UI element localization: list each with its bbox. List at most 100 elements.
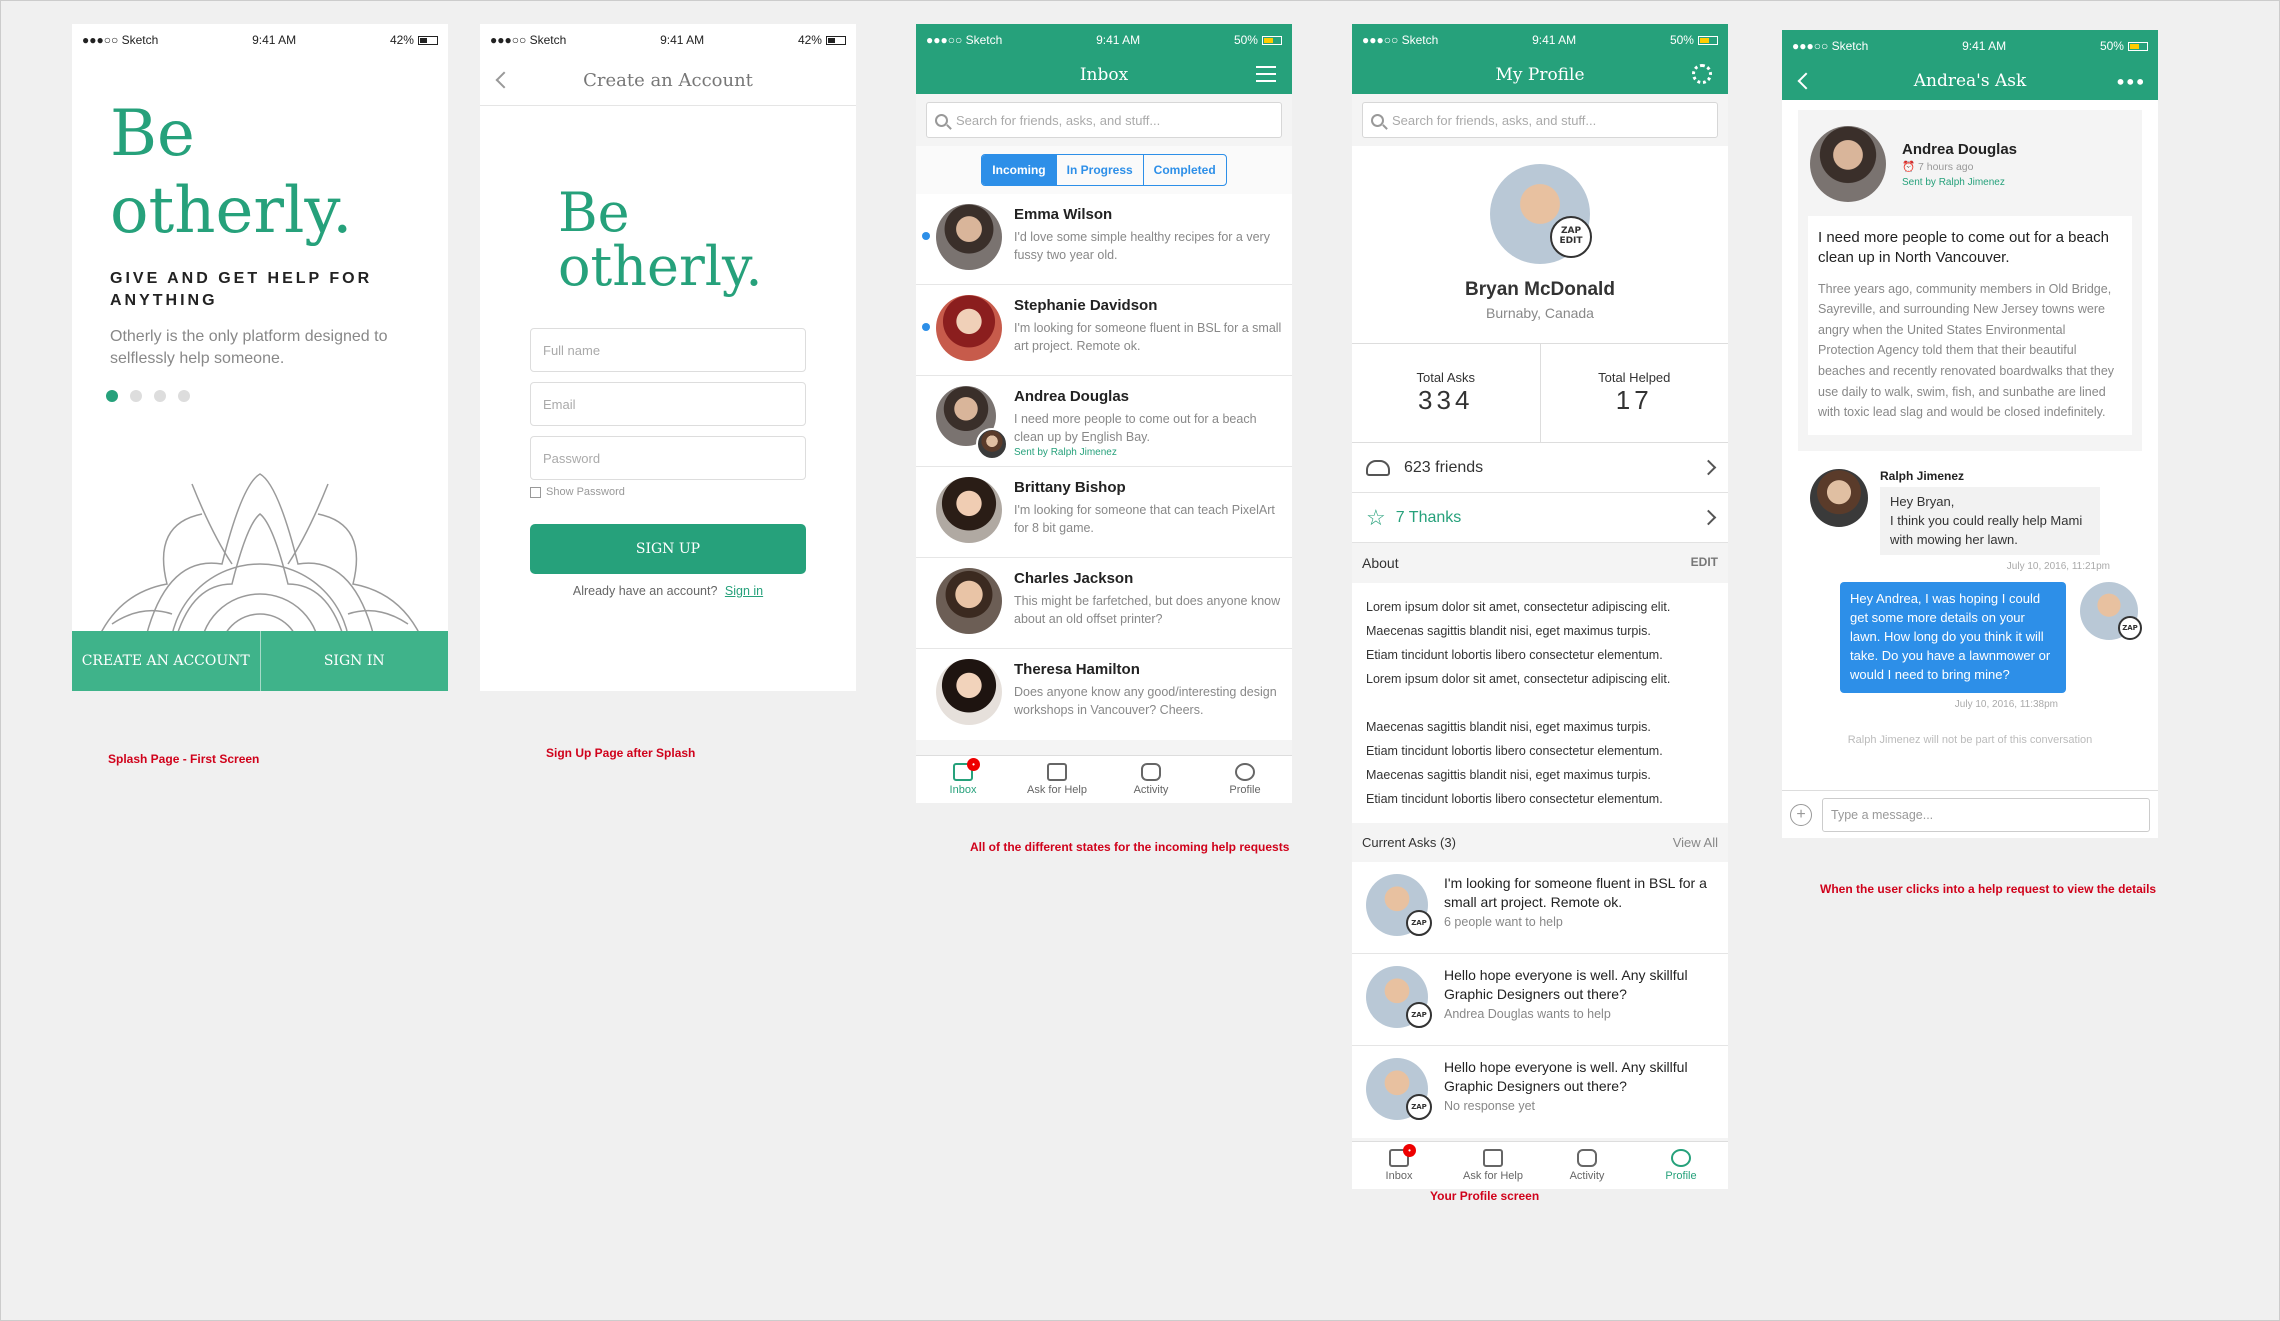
inbox-icon: • [1389,1144,1416,1167]
sign-in-button[interactable]: SIGN IN [261,631,449,691]
stat-total-helped: Total Helped 17 [1541,344,1729,442]
back-icon[interactable] [1797,72,1815,90]
create-account-button[interactable]: CREATE AN ACCOUNT [72,631,261,691]
battery-icon [417,36,438,46]
list-item[interactable]: Brittany Bishop I'm looking for someone t… [916,467,1292,558]
tab-profile[interactable]: Profile [1198,756,1292,803]
segment-in-progress[interactable]: In Progress [1055,155,1143,185]
search-input[interactable]: Search for friends, asks, and stuff... [1362,102,1718,138]
filter-icon[interactable] [1256,66,1276,82]
splash-caption: Splash Page - First Screen [108,752,260,766]
page-dot[interactable] [130,389,142,402]
signup-caption: Sign Up Page after Splash [546,746,696,760]
ask-body: I need more people to come out for a bea… [1808,216,2132,435]
friends-icon [1366,459,1390,476]
sender-name: Brittany Bishop [1014,479,1126,496]
profile-caption: Your Profile screen [1430,1189,1540,1203]
list-item[interactable]: ZAP Hello hope everyone is well. Any ski… [1352,954,1728,1046]
about-text: Lorem ipsum dolor sit amet, consectetur … [1352,583,1728,823]
tab-inbox[interactable]: • Inbox [1352,1142,1446,1189]
search-input[interactable]: Search for friends, asks, and stuff... [926,102,1282,138]
segment-completed[interactable]: Completed [1142,155,1226,185]
list-item[interactable]: ZAP I'm looking for someone fluent in BS… [1352,862,1728,954]
time-label: 9:41 AM [660,33,705,47]
time-label: 9:41 AM [1532,33,1577,47]
status-bar: ●●●○○ Sketch 9:41 AM 50% [916,24,1292,56]
unread-dot [922,232,930,240]
segment-incoming[interactable]: Incoming [982,155,1056,185]
tab-ask-for-help[interactable]: Ask for Help [1446,1142,1540,1189]
battery-icon [825,36,846,46]
list-item[interactable]: Charles Jackson This might be farfetched,… [916,558,1292,649]
add-icon[interactable]: + [1790,803,1812,826]
carrier-label: ●●●○○ Sketch [82,33,159,47]
email-field[interactable]: Email [530,382,806,426]
full-name-field[interactable]: Full name [530,328,806,372]
battery-icon [1697,36,1718,46]
carrier-label: ●●●○○ Sketch [490,33,567,47]
profile-location: Burnaby, Canada [1486,305,1594,321]
profile-icon [1671,1149,1691,1167]
message-preview: I'm looking for someone that can teach P… [1014,502,1275,535]
view-all-link[interactable]: View All [1673,835,1718,850]
ask-detail-screen: ●●●○○ Sketch 9:41 AM 50% Andrea's Ask ••… [1782,30,2158,838]
tab-bar: • Inbox Ask for Help Activity Profile [916,755,1292,803]
list-item[interactable]: Emma Wilson I'd love some simple healthy … [916,194,1292,285]
ask-meta: No response yet [1444,1098,1536,1113]
friends-row[interactable]: 623 friends [1352,443,1728,493]
sign-in-link[interactable]: Sign in [725,584,763,598]
list-item[interactable]: ZAP Hello hope everyone is well. Any ski… [1352,1046,1728,1138]
inbox-header: Inbox [916,56,1292,94]
gear-icon[interactable] [1692,64,1712,84]
back-icon[interactable] [495,71,513,89]
asks-list: ZAP I'm looking for someone fluent in BS… [1352,862,1728,1138]
ask-title: Hello hope everyone is well. Any skillfu… [1444,1059,1688,1094]
composer: + Type a message... [1782,790,2158,838]
page-dot[interactable] [178,389,190,402]
battery: 50% [1670,33,1718,47]
list-item[interactable]: Andrea Douglas I need more people to come… [916,376,1292,467]
tab-inbox[interactable]: • Inbox [916,756,1010,803]
zap-badge: ZAP [1406,910,1432,936]
ask-header: Andrea's Ask ••• [1782,62,2158,100]
password-field[interactable]: Password [530,436,806,480]
sign-up-button[interactable]: SIGN UP [530,524,806,574]
message-preview: This might be farfetched, but does anyon… [1014,593,1281,626]
ask-question: I need more people to come out for a bea… [1818,229,2110,267]
battery: 42% [798,33,846,47]
list-item[interactable]: Stephanie Davidson I'm looking for someon… [916,285,1292,376]
notification-badge: • [967,758,980,771]
signup-header: Create an Account [480,56,856,106]
already-label: Already have an account? [572,584,718,598]
time-row: ⏰ 7 hours ago [1902,160,1974,173]
message-timestamp: July 10, 2016, 11:21pm [2006,561,2110,573]
list-item[interactable]: Theresa Hamilton Does anyone know any goo… [916,649,1292,740]
more-icon[interactable]: ••• [2115,70,2146,94]
inbox-topbar: ●●●○○ Sketch 9:41 AM 50% Inbox [916,24,1292,94]
battery: 50% [1234,33,1282,47]
avatar [936,477,1002,543]
tab-ask-for-help[interactable]: Ask for Help [1010,756,1104,803]
profile-avatar[interactable]: ZAP EDIT [1490,164,1592,264]
search-placeholder: Search for friends, asks, and stuff... [1392,112,1597,128]
activity-icon [1577,1149,1597,1167]
search-icon [935,113,948,127]
chat-area: Ralph Jimenez Hey Bryan, I think you cou… [1782,451,2158,710]
ask-meta: Andrea Douglas wants to help [1444,1006,1611,1021]
about-edit-link[interactable]: EDIT [1691,555,1718,571]
show-password-row[interactable]: Show Password [530,486,806,498]
zap-badge: ZAP [2118,616,2142,641]
message-preview: I need more people to come out for a bea… [1014,411,1257,444]
page-dot[interactable] [154,389,166,402]
about-label: About [1362,555,1399,571]
tab-activity[interactable]: Activity [1540,1142,1634,1189]
asker-name: Andrea Douglas [1902,140,2018,158]
thanks-row[interactable]: ☆ 7 Thanks [1352,493,1728,543]
page-dot-active[interactable] [106,389,118,402]
message-input[interactable]: Type a message... [1822,797,2150,832]
show-password-checkbox[interactable] [530,486,541,498]
about-header: About EDIT [1352,543,1728,583]
tab-activity[interactable]: Activity [1104,756,1198,803]
tab-profile[interactable]: Profile [1634,1142,1728,1189]
ask-title: I'm looking for someone fluent in BSL fo… [1444,875,1707,910]
